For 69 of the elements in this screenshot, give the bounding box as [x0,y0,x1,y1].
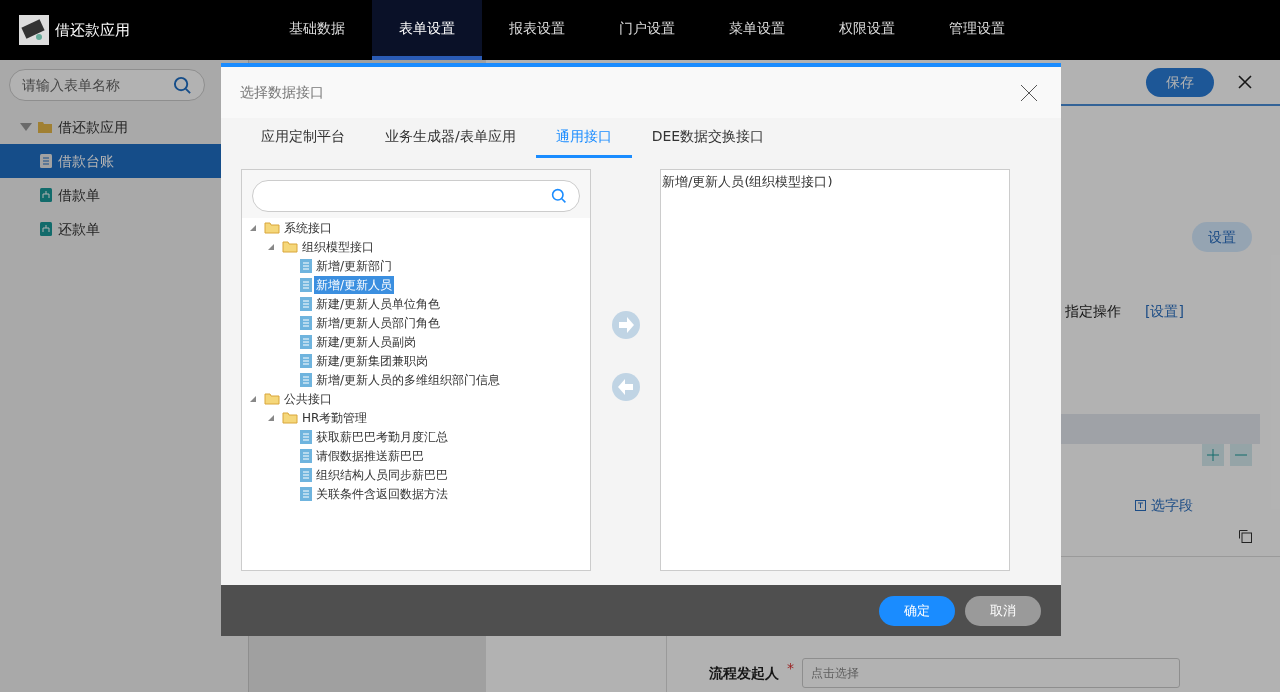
document-icon [300,315,312,330]
document-icon [300,277,312,292]
tree-item[interactable]: 组织模型接口 [300,237,376,256]
nav-tab[interactable]: 菜单设置 [702,0,812,60]
dialog-tab[interactable]: DEE数据交换接口 [631,118,785,158]
tree-item[interactable]: 新建/更新人员单位角色 [314,294,443,313]
close-icon[interactable] [1021,84,1037,101]
document-icon [300,467,312,482]
document-icon [300,448,312,463]
document-icon [300,258,312,273]
required-mark: * [787,659,794,678]
plus-icon [1207,449,1219,461]
tree-item[interactable]: 新建/更新集团兼职岗 [314,351,431,370]
folder-icon [264,221,280,234]
expanded-triangle-icon[interactable] [250,224,256,231]
dialog-title: 选择数据接口 [240,83,324,102]
selected-item[interactable]: 新增/更新人员(组织模型接口) [662,172,1009,192]
sidebar-item[interactable]: 还款单 [0,212,248,246]
app-title: 借还款应用 [55,19,130,41]
search-field[interactable]: 请输入表单名称 [9,69,205,101]
nav-tab[interactable]: 基础数据 [262,0,372,60]
nav-tab[interactable]: 报表设置 [482,0,592,60]
calculator-logo-icon [19,15,49,45]
save-button[interactable]: 保存 [1146,67,1214,97]
tree-item[interactable]: 新增/更新部门 [314,256,395,275]
close-icon[interactable] [1238,75,1252,89]
document-icon [300,353,312,368]
sidebar-item[interactable]: 借款单 [0,178,248,212]
tree-item[interactable]: 关联条件含返回数据方法 [314,484,450,503]
folder-icon [282,411,298,424]
document-icon [300,486,312,501]
field-icon [1135,500,1146,511]
field-label: 流程发起人 [708,663,779,683]
folder-icon [38,121,52,133]
tree-item[interactable]: 新增/更新人员的多维组织部门信息 [314,370,503,389]
option-label: 指定操作 [1065,301,1121,321]
form-icon [40,188,52,202]
tree-item[interactable]: 新建/更新人员副岗 [314,332,419,351]
search-icon[interactable] [551,188,567,204]
expanded-triangle-icon[interactable] [250,395,256,402]
set-link[interactable]: [设置] [1145,300,1184,322]
document-icon [300,296,312,311]
nav-tab[interactable]: 权限设置 [812,0,922,60]
tree-item[interactable]: 公共接口 [282,389,334,408]
document-icon [300,334,312,349]
search-icon[interactable] [173,75,192,95]
tree-item[interactable]: 新增/更新人员部门角色 [314,313,443,332]
tree-item[interactable]: 请假数据推送薪巴巴 [314,446,426,465]
document-icon [40,154,52,168]
nav-tab[interactable]: 管理设置 [922,0,1032,60]
tree-item[interactable]: 获取薪巴巴考勤月度汇总 [314,427,450,446]
expanded-triangle-icon[interactable] [268,243,274,250]
tree-item[interactable]: 组织结构人员同步薪巴巴 [314,465,450,484]
nav-tab[interactable]: 表单设置 [372,0,482,60]
search-field[interactable] [252,180,580,212]
tree-item[interactable]: HR考勤管理 [300,408,370,427]
dialog-tab[interactable]: 业务生成器/表单应用 [365,118,536,158]
expanded-triangle-icon[interactable] [268,414,274,421]
pick-field-link[interactable]: 选字段 [1135,495,1193,516]
folder-icon [282,240,298,253]
folder-icon [264,392,280,405]
form-icon [40,222,52,236]
tree-item[interactable]: 系统接口 [282,218,334,237]
expanded-triangle-icon[interactable] [20,123,32,131]
document-icon [300,429,312,444]
document-icon [300,372,312,387]
copy-icon[interactable] [1239,529,1252,543]
nav-tab[interactable]: 门户设置 [592,0,702,60]
set-button[interactable]: 设置 [1192,222,1252,252]
